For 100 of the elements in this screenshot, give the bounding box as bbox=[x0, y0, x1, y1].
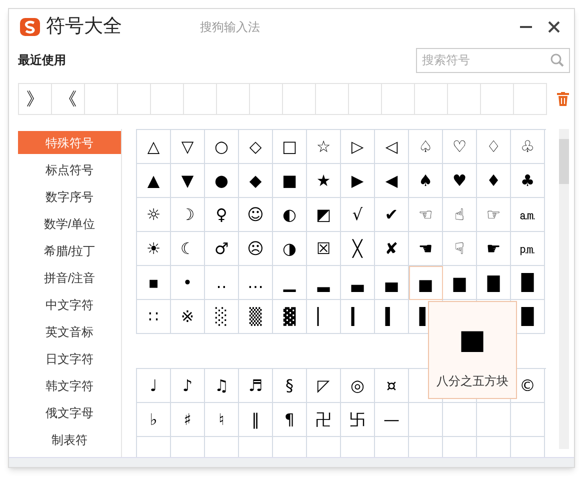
symbol-cell[interactable]: ■ bbox=[273, 164, 307, 198]
symbol-cell[interactable]: ☞ bbox=[477, 198, 511, 232]
category-item[interactable]: 数字序号 bbox=[18, 185, 121, 208]
symbol-cell[interactable]: ▅ bbox=[409, 266, 443, 300]
symbol-cell[interactable]: 卍 bbox=[307, 403, 341, 437]
symbol-cell[interactable]: ★ bbox=[307, 164, 341, 198]
symbol-cell[interactable]: ▁ bbox=[273, 266, 307, 300]
category-item[interactable]: 数学/单位 bbox=[18, 212, 121, 235]
symbol-cell[interactable]: ▷ bbox=[341, 130, 375, 164]
symbol-cell[interactable]: ☺ bbox=[239, 198, 273, 232]
symbol-cell[interactable]: … bbox=[239, 266, 273, 300]
symbol-cell[interactable]: ☜ bbox=[409, 198, 443, 232]
symbol-cell[interactable]: ♤ bbox=[409, 130, 443, 164]
symbol-cell[interactable]: ㏘ bbox=[511, 232, 545, 266]
symbol-cell[interactable]: ☒ bbox=[307, 232, 341, 266]
symbol-cell[interactable]: ▇ bbox=[477, 266, 511, 300]
delete-button[interactable] bbox=[557, 91, 571, 107]
symbol-cell[interactable]: ♦ bbox=[477, 164, 511, 198]
symbol-cell[interactable]: ╳ bbox=[341, 232, 375, 266]
scrollbar[interactable] bbox=[559, 129, 569, 449]
symbol-cell[interactable]: ✘ bbox=[375, 232, 409, 266]
symbol-cell[interactable]: ◎ bbox=[341, 369, 375, 403]
symbol-cell[interactable]: ░ bbox=[205, 300, 239, 334]
symbol-cell[interactable]: ☆ bbox=[307, 130, 341, 164]
symbol-cell[interactable]: • bbox=[171, 266, 205, 300]
symbol-cell[interactable]: ◀ bbox=[375, 164, 409, 198]
symbol-cell[interactable]: ♥ bbox=[443, 164, 477, 198]
symbol-cell[interactable]: ◐ bbox=[273, 198, 307, 232]
symbol-cell[interactable]: ♀ bbox=[205, 198, 239, 232]
symbol-cell[interactable]: ¶ bbox=[273, 403, 307, 437]
symbol-cell[interactable]: ♢ bbox=[477, 130, 511, 164]
symbol-cell[interactable]: ‥ bbox=[205, 266, 239, 300]
category-item[interactable]: 希腊/拉丁 bbox=[18, 239, 121, 262]
symbol-cell[interactable]: ‖ bbox=[239, 403, 273, 437]
search-box[interactable]: 搜索符号 bbox=[416, 48, 570, 72]
symbol-cell[interactable]: ♣ bbox=[511, 164, 545, 198]
symbol-cell[interactable]: ☚ bbox=[409, 232, 443, 266]
category-item[interactable]: 日文字符 bbox=[18, 347, 121, 370]
symbol-cell[interactable]: ¤ bbox=[375, 369, 409, 403]
category-item[interactable]: 中文字符 bbox=[18, 293, 121, 316]
symbol-cell[interactable]: ♬ bbox=[239, 369, 273, 403]
symbol-cell[interactable]: ♩ bbox=[137, 369, 171, 403]
category-item[interactable]: 俄文字母 bbox=[18, 401, 121, 424]
symbol-cell[interactable]: ◆ bbox=[239, 164, 273, 198]
symbol-cell[interactable]: ▎ bbox=[341, 300, 375, 334]
symbol-cell[interactable]: ● bbox=[205, 164, 239, 198]
symbol-cell[interactable]: ※ bbox=[171, 300, 205, 334]
symbol-cell[interactable]: ▃ bbox=[341, 266, 375, 300]
symbol-cell[interactable]: √ bbox=[341, 198, 375, 232]
symbol-cell[interactable]: ◁ bbox=[375, 130, 409, 164]
category-item[interactable]: 英文音标 bbox=[18, 320, 121, 343]
symbol-cell[interactable]: △ bbox=[137, 130, 171, 164]
symbol-cell[interactable]: ▽ bbox=[171, 130, 205, 164]
symbol-cell[interactable]: ♠ bbox=[409, 164, 443, 198]
search-icon bbox=[550, 53, 564, 67]
symbol-cell[interactable]: ♪ bbox=[171, 369, 205, 403]
symbol-cell[interactable]: █ bbox=[511, 266, 545, 300]
symbol-cell[interactable]: ▼ bbox=[171, 164, 205, 198]
category-item[interactable]: 标点符号 bbox=[18, 158, 121, 181]
symbol-cell[interactable]: ◸ bbox=[307, 369, 341, 403]
symbol-cell[interactable]: ☾ bbox=[171, 232, 205, 266]
symbol-cell[interactable]: ♫ bbox=[205, 369, 239, 403]
search-field[interactable]: 搜索符号 bbox=[422, 51, 550, 69]
symbol-cell[interactable]: ▆ bbox=[443, 266, 477, 300]
symbol-cell[interactable]: ▄ bbox=[375, 266, 409, 300]
category-item[interactable]: 韩文字符 bbox=[18, 374, 121, 397]
symbol-cell[interactable]: ◑ bbox=[273, 232, 307, 266]
symbol-cell[interactable]: ☝ bbox=[443, 198, 477, 232]
symbol-cell[interactable]: ☼ bbox=[137, 198, 171, 232]
symbol-cell[interactable]: ♧ bbox=[511, 130, 545, 164]
symbol-cell[interactable]: — bbox=[375, 403, 409, 437]
symbol-cell[interactable]: ○ bbox=[205, 130, 239, 164]
symbol-cell[interactable]: ▂ bbox=[307, 266, 341, 300]
category-item[interactable]: 制表符 bbox=[18, 428, 121, 451]
symbol-cell[interactable]: ☽ bbox=[171, 198, 205, 232]
symbol-cell[interactable]: ▒ bbox=[239, 300, 273, 334]
symbol-cell[interactable]: ◇ bbox=[239, 130, 273, 164]
symbol-cell[interactable]: ♡ bbox=[443, 130, 477, 164]
symbol-cell[interactable]: ▪ bbox=[137, 266, 171, 300]
symbol-cell[interactable]: ✔ bbox=[375, 198, 409, 232]
symbol-cell[interactable]: ♮ bbox=[205, 403, 239, 437]
symbol-cell[interactable]: ▲ bbox=[137, 164, 171, 198]
symbol-cell[interactable]: ☟ bbox=[443, 232, 477, 266]
symbol-cell[interactable]: ♯ bbox=[171, 403, 205, 437]
symbol-cell[interactable]: ㏂ bbox=[511, 198, 545, 232]
symbol-cell[interactable]: ♭ bbox=[137, 403, 171, 437]
symbol-cell[interactable]: ◩ bbox=[307, 198, 341, 232]
symbol-cell[interactable]: ☛ bbox=[477, 232, 511, 266]
category-item[interactable]: 拼音/注音 bbox=[18, 266, 121, 289]
symbol-cell[interactable]: ☹ bbox=[239, 232, 273, 266]
symbol-cell[interactable]: § bbox=[273, 369, 307, 403]
symbol-cell[interactable]: ▓ bbox=[273, 300, 307, 334]
symbol-cell[interactable]: ∷ bbox=[137, 300, 171, 334]
symbol-cell[interactable]: 卐 bbox=[341, 403, 375, 437]
symbol-cell[interactable]: ♂ bbox=[205, 232, 239, 266]
symbol-cell[interactable]: ☀ bbox=[137, 232, 171, 266]
symbol-cell[interactable]: □ bbox=[273, 130, 307, 164]
symbol-cell[interactable]: ▶ bbox=[341, 164, 375, 198]
symbol-cell[interactable]: ▍ bbox=[375, 300, 409, 334]
symbol-cell[interactable]: ▏ bbox=[307, 300, 341, 334]
